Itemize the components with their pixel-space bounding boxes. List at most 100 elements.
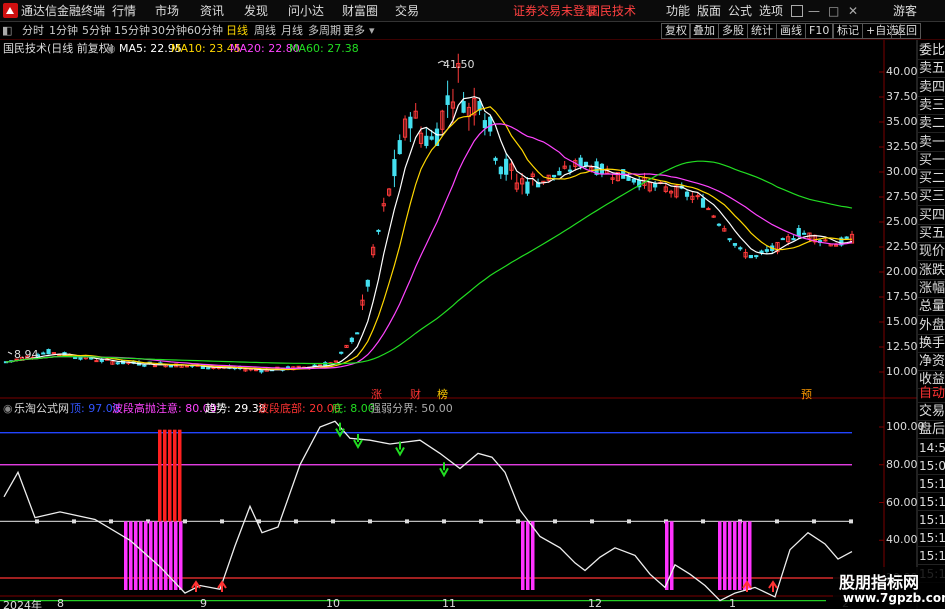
indicator-axis-tick: 100.00 (886, 420, 925, 433)
candle-body (780, 238, 785, 241)
signal-bar-magenta (531, 521, 535, 590)
divider-dot (442, 519, 446, 524)
auto-tab[interactable]: 自动 (918, 385, 945, 403)
event-marker-ranking[interactable]: 榜 (437, 386, 448, 402)
x-axis-jan: 1 (729, 597, 736, 609)
signal-bar-magenta (174, 521, 178, 590)
price-axis-tick: 30.00 (886, 165, 918, 178)
x-axis-year: 2024年 (3, 599, 42, 609)
candle-body (796, 228, 801, 237)
candle-body (684, 191, 690, 197)
quote-field-label: 卖三 (918, 97, 945, 115)
candle-body (355, 332, 360, 335)
trade-time: 15:16 (918, 547, 945, 565)
quote-field-label: 买二 (918, 171, 945, 189)
candle-body (802, 232, 807, 235)
candle-body (791, 238, 796, 241)
buy-arrow-icon (217, 580, 227, 592)
event-marker-limit-up[interactable]: 涨 (371, 386, 382, 402)
candle-body (206, 367, 211, 370)
signal-bar-magenta (743, 521, 747, 590)
quote-field-label: 卖五 (918, 61, 945, 79)
candle-body (823, 239, 828, 242)
candle-body (557, 170, 562, 176)
candle-body (349, 337, 354, 343)
indicator-axis-tick: 40.00 (886, 533, 918, 547)
high-price-label: 41.50 (443, 58, 475, 71)
signal-bar-magenta (164, 521, 168, 590)
candle-body (445, 95, 450, 105)
event-marker-finance[interactable]: 财 (410, 386, 421, 402)
signal-bar-magenta (139, 521, 143, 590)
indicator-axis-tick: 60.00 (886, 495, 918, 509)
trade-time: 15:15 (918, 511, 945, 529)
candle-body (727, 238, 732, 241)
ma60-line (5, 160, 853, 365)
x-axis-sep: 9 (200, 597, 207, 609)
candle-body (748, 254, 754, 259)
candle-body (408, 116, 413, 129)
signal-bar-magenta (134, 521, 138, 590)
divider-dot (35, 519, 39, 524)
panel-tab[interactable]: 交易 (918, 403, 945, 421)
candle-body (631, 178, 636, 183)
candle-body (567, 169, 573, 172)
price-axis-tick: 40.00 (886, 65, 918, 78)
candle-body (700, 198, 706, 208)
quote-field-label: 总量 (918, 299, 945, 317)
candle-body (365, 279, 370, 287)
signal-bar-magenta (526, 521, 530, 590)
candle-body (732, 243, 738, 246)
candle-body (253, 369, 259, 372)
signal-bar-magenta (733, 521, 737, 590)
watermark-name: 股朋指标网 (839, 573, 920, 592)
candle-body (46, 349, 51, 355)
signal-bar-magenta (124, 521, 128, 590)
candle-body (461, 101, 466, 113)
signal-bar-magenta (670, 521, 674, 590)
candle-body (504, 158, 509, 175)
trade-time: 14:57 (918, 439, 945, 457)
candle-body (142, 364, 147, 367)
divider-dot (516, 519, 520, 524)
divider-dot (590, 519, 594, 524)
signal-bar-magenta (718, 521, 722, 590)
signal-bar-red (158, 429, 162, 522)
quote-field-label: 买一 (918, 152, 945, 170)
event-marker-forecast[interactable]: 预 (801, 386, 812, 402)
candle-body (78, 356, 83, 360)
candle-body (94, 360, 99, 363)
panel-tab[interactable]: 盘后 (918, 421, 945, 439)
divider-dot (183, 519, 187, 524)
trade-time: 15:12 (918, 493, 945, 511)
watermark: 股朋指标网 www.7gpzb.com (833, 567, 945, 609)
x-axis-oct: 10 (326, 597, 340, 609)
candle-body (152, 365, 158, 368)
signal-bar-red (178, 429, 182, 522)
candle-body (259, 370, 264, 373)
quote-field-label: 净资 (918, 354, 945, 372)
quote-field-label: 卖一 (918, 134, 945, 152)
ma20-line (5, 123, 853, 370)
candle-body (578, 157, 583, 167)
candle-body (184, 365, 190, 368)
candle-body (429, 136, 434, 140)
price-axis-tick: 10.00 (886, 365, 918, 378)
quote-field-label: 现价 (918, 244, 945, 262)
candle-body (168, 365, 174, 368)
kline-chart[interactable] (0, 0, 945, 609)
candle-body (392, 159, 397, 177)
candle-body (653, 183, 658, 188)
candle-body (759, 250, 764, 254)
sell-arrow-icon (353, 433, 363, 450)
quote-field-label: 涨跌 (918, 262, 945, 280)
divider-dot (294, 519, 298, 524)
divider-dot (405, 519, 409, 524)
signal-bar-magenta (728, 521, 732, 590)
signal-bar-magenta (154, 521, 158, 590)
price-axis-tick: 35.00 (886, 115, 918, 128)
candle-body (488, 116, 493, 132)
quote-field-label: 卖四 (918, 79, 945, 97)
divider-dot (849, 519, 853, 524)
price-axis-tick: 22.50 (886, 240, 918, 253)
